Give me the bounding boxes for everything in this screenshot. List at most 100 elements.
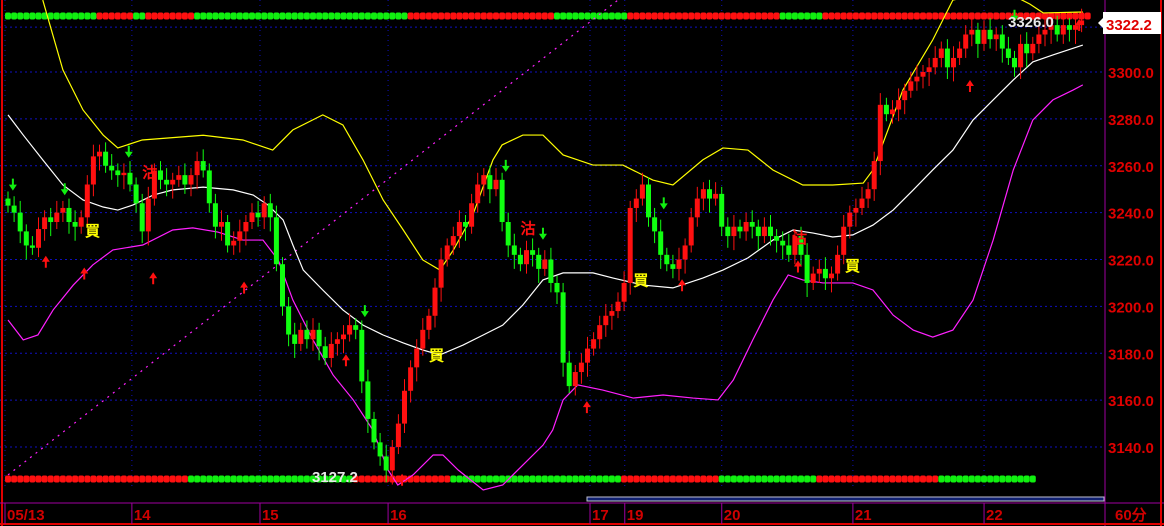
candle-up [170, 179, 176, 185]
signal-dot-top [78, 12, 85, 20]
signal-dot-top [767, 12, 774, 20]
signal-dot-bottom [712, 475, 719, 483]
candle-up [688, 217, 694, 246]
signal-dot-top [29, 12, 36, 20]
signal-dot-top [358, 12, 365, 20]
candle-up [914, 76, 920, 82]
candle-up [700, 189, 706, 199]
signal-dot-top [724, 12, 731, 20]
candle-up [597, 325, 603, 340]
time-tick-label: 17 [592, 507, 609, 524]
candle-up [896, 100, 902, 110]
signal-dot-bottom [779, 475, 786, 483]
candle-down [109, 165, 115, 171]
candle-up [816, 268, 822, 274]
signal-dot-bottom [566, 475, 573, 483]
signal-dot-top [23, 12, 30, 20]
signal-dot-bottom [212, 475, 219, 483]
candle-up [615, 301, 621, 312]
signal-dot-bottom [114, 475, 121, 483]
signal-dot-bottom [200, 475, 207, 483]
signal-dot-top [974, 12, 981, 20]
candle-up [231, 240, 237, 246]
signal-dot-bottom [743, 475, 750, 483]
candle-up [121, 172, 127, 176]
signal-dot-bottom [90, 475, 97, 483]
signal-dot-top [157, 12, 164, 20]
candle-up [36, 229, 41, 248]
signal-dot-top [541, 12, 548, 20]
signal-dot-bottom [486, 475, 493, 483]
candle-up [761, 226, 767, 237]
signal-dot-bottom [877, 475, 884, 483]
candle-down [353, 325, 359, 330]
candle-up [694, 198, 700, 218]
signal-dot-bottom [590, 475, 597, 483]
signal-dot-bottom [493, 475, 499, 483]
signal-dot-top [822, 12, 829, 20]
signal-dot-top [212, 12, 219, 20]
candle-up [450, 236, 456, 246]
signal-dot-bottom [78, 475, 85, 483]
up-arrow-icon [149, 272, 158, 285]
signal-dot-bottom [993, 475, 1000, 483]
signal-dot-top [151, 12, 158, 20]
sell-signal-label: 沽 [142, 163, 157, 181]
candle-up [877, 104, 883, 162]
candle-down [804, 254, 810, 283]
signal-dot-bottom [535, 475, 542, 483]
signal-dot-bottom [846, 475, 853, 483]
signal-dot-top [230, 12, 237, 20]
up-arrow-icon [41, 255, 50, 268]
signal-dot-top [297, 12, 304, 20]
candle-up [713, 193, 719, 199]
signal-dot-top [999, 12, 1006, 20]
candle-down [786, 245, 792, 255]
up-arrow-icon [240, 281, 249, 294]
candle-up [835, 254, 841, 274]
candle-up [420, 329, 426, 349]
signal-dot-bottom [364, 475, 371, 483]
signal-dot-bottom [291, 475, 298, 483]
signal-dot-top [901, 12, 908, 20]
signal-dot-top [560, 12, 567, 20]
signal-dot-bottom [822, 475, 829, 483]
signal-dot-top [688, 12, 695, 20]
signal-dot-bottom [456, 475, 463, 483]
candle-down [365, 381, 371, 419]
candle-up [469, 203, 475, 227]
signal-dot-bottom [163, 475, 170, 483]
signal-dot-bottom [968, 475, 975, 483]
candle-up [219, 222, 224, 227]
candle-up [920, 72, 926, 77]
signal-dot-bottom [730, 475, 737, 483]
sell-signal-label: 沽 [792, 229, 807, 247]
signal-dot-rows [5, 12, 1091, 483]
signal-dot-bottom [23, 475, 30, 483]
buy-signal-label: 買 [429, 346, 444, 364]
candle-up [438, 259, 444, 288]
signal-dot-bottom [139, 475, 146, 483]
signal-dot-bottom [29, 475, 36, 483]
signal-dot-bottom [523, 475, 530, 483]
price-tick-label: 3300.0 [1108, 65, 1154, 82]
candle-down [66, 207, 72, 223]
signal-dot-bottom [828, 475, 835, 483]
signal-dot-bottom [96, 475, 103, 483]
signal-dot-bottom [913, 475, 920, 483]
horizontal-scrollbar[interactable] [586, 496, 1105, 502]
candle-up [389, 447, 395, 471]
signal-dot-bottom [1029, 475, 1036, 483]
signal-dot-bottom [901, 475, 908, 483]
signal-dot-top [169, 12, 176, 20]
down-arrow-icon [8, 178, 17, 191]
candle-down [517, 254, 523, 265]
time-tick-label: 14 [134, 507, 151, 524]
signal-dot-top [53, 12, 60, 20]
signal-dot-bottom [474, 475, 481, 483]
signal-dot-top [554, 12, 560, 20]
signal-dot-bottom [633, 475, 640, 483]
candle-up [481, 175, 487, 185]
signal-dot-bottom [517, 475, 524, 483]
signal-dot-bottom [377, 475, 384, 483]
